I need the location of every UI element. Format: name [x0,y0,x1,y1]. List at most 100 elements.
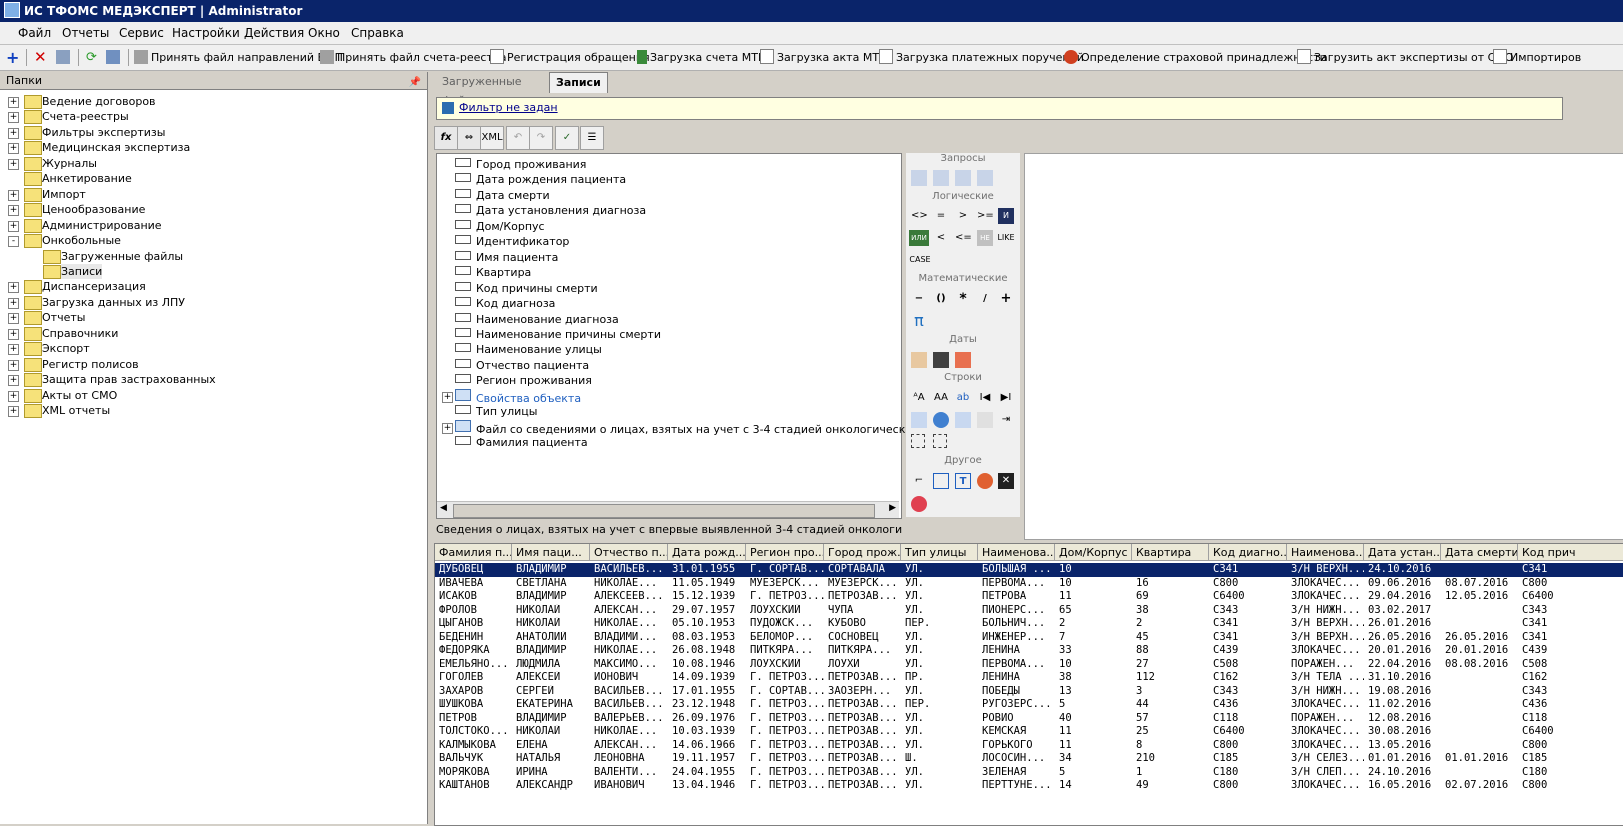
load-smo-act-button[interactable]: Загрузить акт экспертизы от СМО [1297,49,1513,66]
horizontal-scrollbar[interactable]: ◀ ▶ [437,501,899,518]
insert-icon[interactable]: ⇥ [998,412,1014,428]
multiply-operator[interactable]: * [955,291,971,307]
column-header[interactable]: Город прож... [824,544,901,561]
field-item[interactable]: Наименование диагноза [455,312,619,327]
expand-icon[interactable]: + [442,391,453,403]
folder-item[interactable]: + Администрирование [0,218,427,233]
menu-help[interactable]: Справка [351,26,404,40]
query-icon[interactable] [955,170,971,186]
less-equal-operator[interactable]: <= [955,230,972,246]
scroll-thumb[interactable] [453,504,875,518]
load-mtr-invoice-button[interactable]: Загрузка счета МТР [637,49,765,66]
field-item[interactable]: Город проживания [455,157,586,172]
column-header[interactable]: Дата рожд... [668,544,746,561]
folder-item[interactable]: - Онкобольные [0,233,427,249]
folder-item[interactable]: + Акты от СМО [0,388,427,403]
folder-item[interactable]: + Защита прав застрахованных [0,372,427,388]
field-item[interactable]: Имя пациента [455,250,558,265]
refresh-icon[interactable]: ⟳ [86,49,97,66]
folder-item[interactable]: + Диспансеризация [0,279,427,295]
folder-item[interactable]: + Счета-реестры [0,109,427,125]
expand-icon[interactable]: + [8,406,19,417]
expand-icon[interactable]: + [8,189,19,201]
menu-file[interactable]: Файл [18,26,51,40]
expand-icon[interactable]: + [8,359,19,371]
select-icon[interactable] [933,434,947,448]
pi-icon[interactable]: π [911,313,927,329]
list-icon[interactable]: ☰ [580,126,604,150]
folder-item[interactable]: + Отчеты [0,310,427,326]
scroll-right-icon[interactable]: ▶ [889,503,896,513]
table-row[interactable]: ИВАЧЕВА СВЕТЛАНА НИКОЛАЕ... 11.05.1949 МУЕЗЕ… [435,577,1623,591]
lowercase-icon[interactable]: ᴬA [911,390,927,406]
box-icon[interactable] [933,473,949,489]
xml-icon[interactable]: XML [480,126,504,150]
date-icon[interactable] [955,352,971,368]
expand-icon[interactable]: + [8,390,19,402]
folder-item[interactable]: + Журналы [0,156,427,171]
spellcheck-icon[interactable]: ab [955,390,971,406]
tab-records[interactable]: Записи [549,72,608,93]
parentheses-operator[interactable]: () [933,291,949,307]
folder-item[interactable]: + XML отчеты [0,403,427,418]
undo-icon[interactable]: ↶ [506,126,530,150]
field-item[interactable]: Квартира [455,265,531,280]
folder-item[interactable]: + Справочники [0,326,427,341]
column-header[interactable]: Тип улицы [901,544,978,561]
expand-icon[interactable]: + [8,127,19,139]
expand-icon[interactable]: + [442,422,453,434]
load-mtr-act-button[interactable]: Загрузка акта МТР [760,49,886,66]
folder-item[interactable]: + Загрузка данных из ЛПУ [0,295,427,310]
not-equal-operator[interactable]: <> [911,208,928,224]
pin-icon[interactable]: 📌 [409,74,421,91]
case-operator[interactable]: CASE [909,252,931,268]
table-row[interactable]: ВАЛЬЧУК НАТАЛЬЯ ЛЕОНОВНА 19.11.1957 Г. ПЕТРО… [435,752,1623,766]
minus-operator[interactable]: − [911,291,927,307]
field-item[interactable]: Идентификатор [455,234,569,249]
not-operator[interactable]: НЕ [977,230,993,246]
field-item[interactable]: Отчество пациента [455,358,589,373]
and-operator[interactable]: И [998,208,1014,224]
concat-icon[interactable] [955,412,971,428]
expand-icon[interactable]: + [8,375,19,387]
table-row[interactable]: ЗАХАРОВ СЕРГЕЙ ВАСИЛЬЕВ... 17.01.1955 Г. СОР… [435,685,1623,699]
field-item[interactable]: Код диагноза [455,296,555,311]
expression-preview[interactable] [1024,153,1623,540]
table-row[interactable]: МОРЯКОВА ИРИНА ВАЛЕНТИ... 24.04.1955 Г. ПЕТР… [435,766,1623,780]
or-operator[interactable]: ИЛИ [909,230,929,246]
folder-item[interactable]: + Медицинская экспертиза [0,140,427,156]
menu-window[interactable]: Окно [308,26,340,40]
filter-link[interactable]: Фильтр не задан [459,101,558,114]
export-icon[interactable] [106,49,123,66]
column-header[interactable]: Квартира [1132,544,1209,561]
table-row[interactable]: ФЕДОРЯКА ВЛАДИМИР НИКОЛАЕ... 26.08.1948 ПИТК… [435,644,1623,658]
substring-icon[interactable] [911,412,927,428]
clock-icon[interactable] [933,352,949,368]
field-item[interactable]: Наименование причины смерти [455,327,661,342]
table-row[interactable]: ИСАКОВ ВЛАДИМИР АЛЕКСЕЕВ... 15.12.1939 Г. ПЕ… [435,590,1623,604]
folder-item[interactable]: Загруженные файлы [0,249,427,264]
field-item[interactable]: Тип улицы [455,404,537,419]
field-item[interactable]: + Свойства объекта [442,388,581,405]
expand-icon[interactable]: + [8,220,19,232]
column-header[interactable]: Фамилия п... [435,544,512,561]
expand-icon[interactable]: + [8,97,19,108]
left-trim-icon[interactable]: I◀ [977,390,993,406]
field-item[interactable]: Дата смерти [455,188,550,203]
field-item[interactable]: Наименование улицы [455,342,602,357]
table-row[interactable]: ДУБОВЕЦ ВЛАДИМИР ВАСИЛЬЕВ... 31.01.1955 Г. С… [435,563,1623,577]
field-item[interactable]: Дата установления диагноза [455,203,646,218]
folder-item[interactable]: + Регистр полисов [0,357,427,372]
insurance-check-button[interactable]: Определение страховой принадлежности [1064,49,1327,66]
plus-operator[interactable]: + [998,291,1014,307]
import-button[interactable]: Импортиров [1493,49,1581,66]
field-item[interactable]: Регион проживания [455,373,592,388]
table-row[interactable]: ЦЫГАНОВ НИКОЛАЙ НИКОЛАЕ... 05.10.1953 ПУДОЖС… [435,617,1623,631]
less-operator[interactable]: < [933,230,949,246]
table-row[interactable]: ФРОЛОВ НИКОЛАЙ АЛЕКСАН... 29.07.1957 ЛОУХСКИ… [435,604,1623,618]
pointer-icon[interactable]: ⌐ [911,473,927,489]
folder-item[interactable]: + Экспорт [0,341,427,357]
column-header[interactable]: Дата смерти [1441,544,1518,561]
expand-icon[interactable]: + [8,328,19,340]
replace-icon[interactable] [933,412,949,428]
